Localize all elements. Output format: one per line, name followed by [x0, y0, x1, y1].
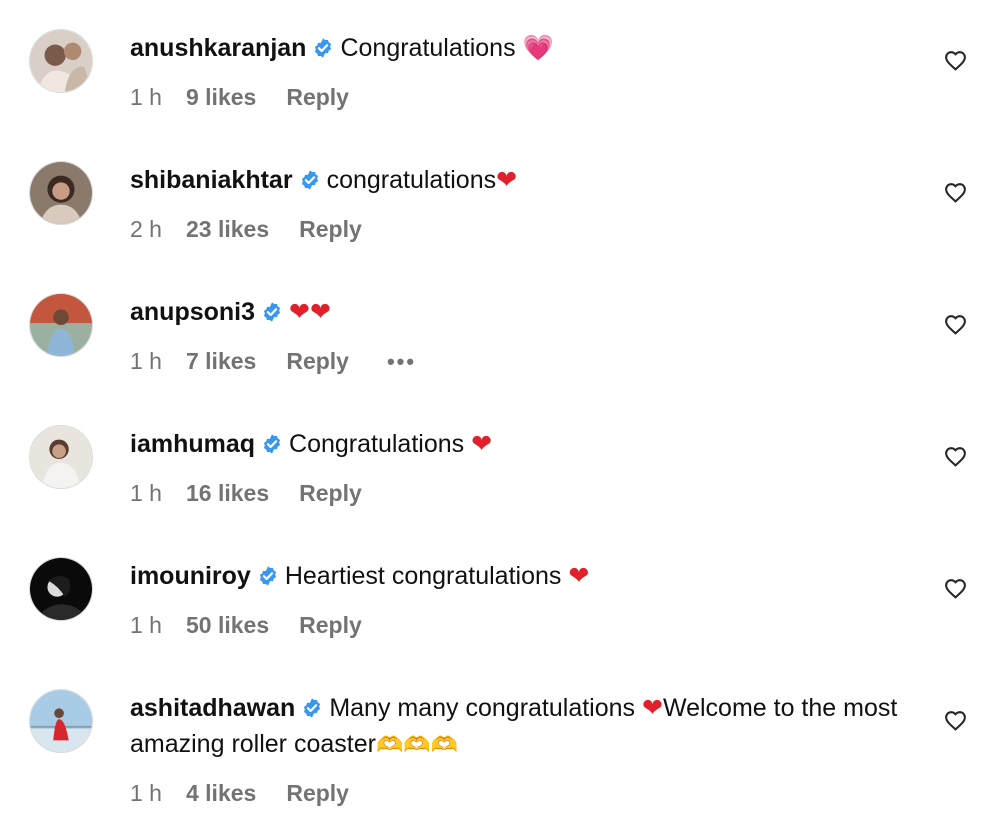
verified-badge-icon: [312, 37, 334, 59]
red-heart-icon: ❤❤: [289, 297, 331, 326]
timestamp[interactable]: 1 h: [130, 84, 162, 111]
comment-meta: 1 h 7 likes Reply •••: [130, 348, 416, 375]
reply-button[interactable]: Reply: [286, 780, 349, 807]
comment-meta: 1 h 9 likes Reply: [130, 84, 387, 111]
like-heart-icon[interactable]: [943, 180, 968, 205]
likes-count[interactable]: 4 likes: [186, 780, 256, 807]
red-heart-icon: ❤: [642, 693, 663, 722]
avatar[interactable]: [29, 689, 93, 753]
comments-list: anushkaranjan Congratulations 💗 1 h 9 lik…: [0, 0, 988, 816]
comment-body: imouniroy Heartiest congratulations ❤: [130, 558, 920, 594]
red-heart-icon: ❤: [496, 165, 518, 194]
avatar[interactable]: [29, 425, 93, 489]
avatar[interactable]: [29, 293, 93, 357]
likes-count[interactable]: 7 likes: [186, 348, 256, 375]
like-heart-icon[interactable]: [943, 576, 968, 601]
red-heart-icon: ❤: [568, 561, 590, 590]
avatar[interactable]: [29, 161, 93, 225]
likes-count[interactable]: 16 likes: [186, 480, 269, 507]
username[interactable]: ashitadhawan: [130, 694, 295, 722]
reply-button[interactable]: Reply: [286, 348, 349, 375]
verified-badge-icon: [257, 565, 279, 587]
timestamp[interactable]: 1 h: [130, 348, 162, 375]
comment-meta: 1 h 4 likes Reply: [130, 780, 387, 807]
comment-text: Many many congratulations: [329, 694, 636, 722]
timestamp[interactable]: 1 h: [130, 612, 162, 639]
reply-button[interactable]: Reply: [299, 216, 362, 243]
comment-meta: 2 h 23 likes Reply: [130, 216, 400, 243]
verified-badge-icon: [299, 169, 321, 191]
likes-count[interactable]: 9 likes: [186, 84, 256, 111]
like-heart-icon[interactable]: [943, 444, 968, 469]
red-heart-icon: ❤: [471, 429, 493, 458]
comment-text: Congratulations: [289, 430, 465, 458]
like-heart-icon[interactable]: [943, 48, 968, 73]
comment-meta: 1 h 50 likes Reply: [130, 612, 400, 639]
comment-meta: 1 h 16 likes Reply: [130, 480, 400, 507]
likes-count[interactable]: 23 likes: [186, 216, 269, 243]
avatar[interactable]: [29, 557, 93, 621]
like-heart-icon[interactable]: [943, 312, 968, 337]
reply-button[interactable]: Reply: [299, 612, 362, 639]
verified-badge-icon: [261, 433, 283, 455]
comment-body: anushkaranjan Congratulations 💗: [130, 30, 920, 66]
comment-text: Heartiest congratulations: [284, 562, 562, 590]
username[interactable]: anushkaranjan: [130, 34, 306, 62]
timestamp[interactable]: 1 h: [130, 480, 162, 507]
username[interactable]: imouniroy: [130, 562, 251, 590]
username[interactable]: anupsoni3: [130, 298, 255, 326]
avatar[interactable]: [29, 29, 93, 93]
comment-body: shibaniakhtar congratulations❤: [130, 162, 920, 198]
username[interactable]: shibaniakhtar: [130, 166, 293, 194]
comment-text: Congratulations: [340, 34, 516, 62]
comment-body: iamhumaq Congratulations ❤: [130, 426, 920, 462]
heart-hands-icon: 🫶🫶🫶: [375, 733, 459, 758]
likes-count[interactable]: 50 likes: [186, 612, 269, 639]
reply-button[interactable]: Reply: [299, 480, 362, 507]
comment-body: anupsoni3 ❤❤: [130, 294, 920, 330]
verified-badge-icon: [301, 697, 323, 719]
username[interactable]: iamhumaq: [130, 430, 255, 458]
reply-button[interactable]: Reply: [286, 84, 349, 111]
comment-body: ashitadhawan Many many congratulations ❤W…: [130, 690, 920, 764]
pink-heart-icon: 💗: [522, 33, 554, 62]
comment-text: congratulations: [326, 166, 497, 194]
verified-badge-icon: [261, 301, 283, 323]
like-heart-icon[interactable]: [943, 708, 968, 733]
timestamp[interactable]: 2 h: [130, 216, 162, 243]
more-options-icon[interactable]: •••: [387, 350, 416, 372]
timestamp[interactable]: 1 h: [130, 780, 162, 807]
